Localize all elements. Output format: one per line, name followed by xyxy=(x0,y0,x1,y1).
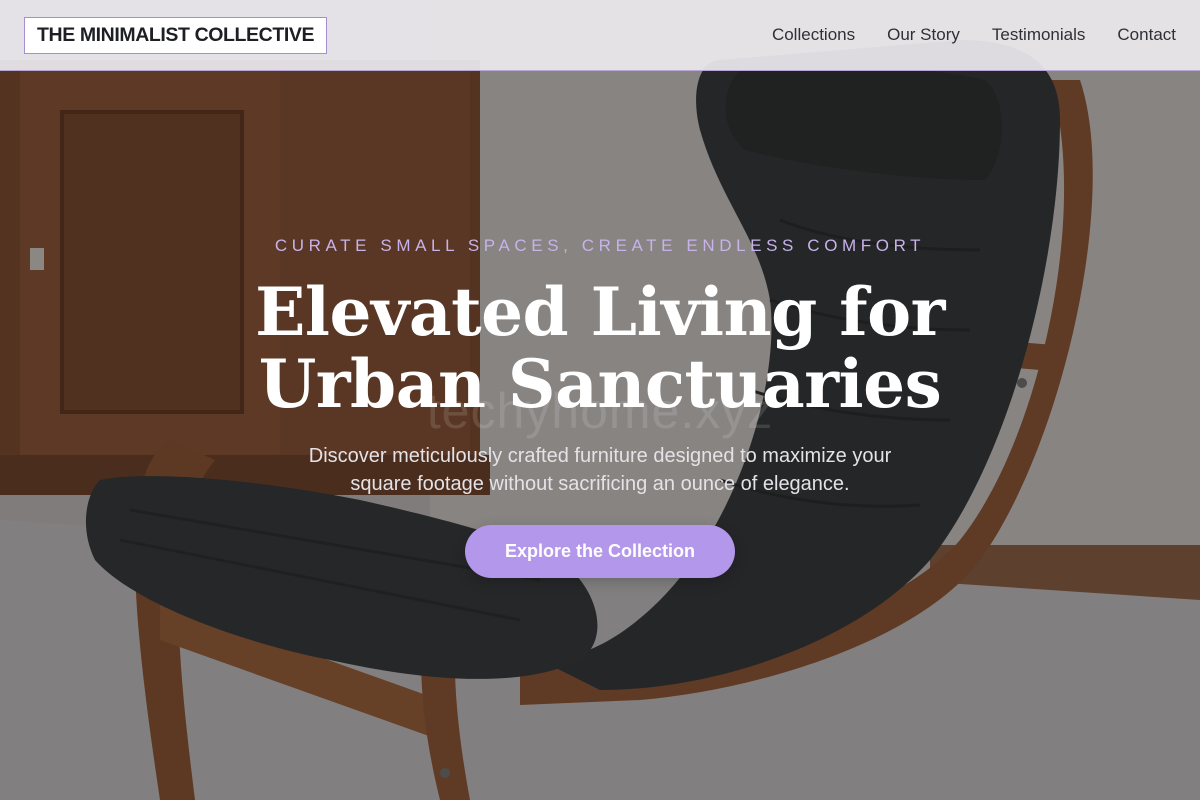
hero-subtitle: Discover meticulously crafted furniture … xyxy=(308,445,892,495)
explore-collection-button[interactable]: Explore the Collection xyxy=(465,525,735,578)
hero-content: CURATE SMALL SPACES, CREATE ENDLESS COMF… xyxy=(0,0,1200,800)
nav-link-testimonials[interactable]: Testimonials xyxy=(992,25,1086,45)
main-nav: Collections Our Story Testimonials Conta… xyxy=(772,25,1176,45)
site-logo[interactable]: THE MINIMALIST COLLECTIVE xyxy=(24,16,328,54)
hero-eyebrow: CURATE SMALL SPACES, CREATE ENDLESS COMF… xyxy=(274,236,926,255)
watermark-text: techyhome.xyz xyxy=(426,383,774,439)
nav-link-contact[interactable]: Contact xyxy=(1117,25,1176,45)
hero-headline-line1: Elevated Living for xyxy=(255,273,945,351)
nav-link-collections[interactable]: Collections xyxy=(772,25,855,45)
site-header: THE MINIMALIST COLLECTIVE Collections Ou… xyxy=(0,0,1200,71)
nav-link-our-story[interactable]: Our Story xyxy=(887,25,960,45)
